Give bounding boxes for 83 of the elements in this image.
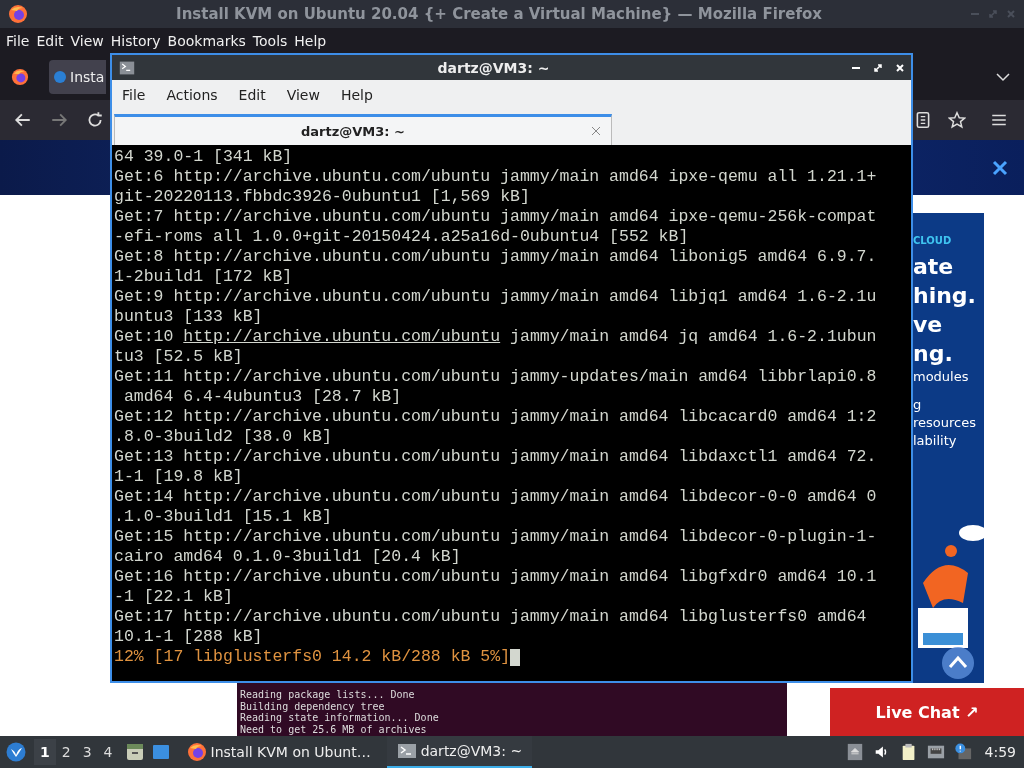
menu-item[interactable]: View: [68, 33, 109, 49]
window-title: dartz@VM3: ~: [436, 59, 551, 76]
console-text: Reading state information... Done: [240, 712, 440, 724]
terminal-icon: [118, 59, 136, 76]
terminal-line: Get:9 http://archive.ubuntu.com/ubuntu jammy/main amd64 libjq1 amd64 1.6-2.1u: [114, 287, 878, 307]
workspace-button[interactable]: 1: [34, 739, 56, 765]
firefox-logo-icon: [8, 4, 28, 24]
menu-item[interactable]: File: [122, 87, 146, 103]
eject-icon[interactable]: [845, 743, 864, 761]
terminal-icon: [396, 741, 417, 761]
menu-item[interactable]: Help: [340, 87, 373, 103]
reader-view-icon[interactable]: [914, 111, 932, 129]
star-icon[interactable]: [948, 111, 966, 129]
ad-text: modules: [913, 368, 969, 386]
terminal-line: tu3 [52.5 kB]: [114, 347, 244, 367]
url-link[interactable]: http://archive.ubuntu.com/ubuntu: [183, 327, 501, 346]
menu-item[interactable]: Tools: [250, 33, 293, 49]
terminal-line: Get:11 http://archive.ubuntu.com/ubuntu jammy-updates/main amd64 libbrlapi0.8: [114, 367, 878, 387]
terminal-line: git-20220113.fbbdc3926-0ubuntu1 [1,569 kB]: [114, 187, 531, 207]
console-text: Reading package lists... Done: [240, 689, 416, 701]
terminal-line: Get:10 http://archive.ubuntu.com/ubuntu jammy/main amd64 jq amd64 1.6-2.1ubun: [114, 327, 878, 347]
firefox-logo-icon[interactable]: [11, 68, 29, 86]
forward-arrow-icon[interactable]: [50, 111, 68, 129]
ad-text: g: [913, 396, 922, 414]
firefox-logo-icon: [186, 742, 207, 762]
progress-line: 12% [17 libglusterfs0 14.2 kB/288 kB 5%]: [114, 647, 511, 667]
menu-item[interactable]: Edit: [34, 33, 69, 49]
live-chat-button[interactable]: Live Chat ↗: [830, 688, 1024, 736]
text-cursor: [510, 648, 521, 666]
menu-item[interactable]: Help: [292, 33, 332, 49]
terminal-line: cairo amd64 0.1.0-3build1 [20.4 kB]: [114, 547, 462, 567]
terminal-line: 64 39.0-1 [341 kB]: [114, 147, 294, 167]
terminal-tab[interactable]: dartz@VM3: ~: [114, 114, 612, 145]
window-title: Install KVM on Ubuntu 20.04 {+ Create a Virtual Machine} — Mozilla Firefox: [175, 5, 823, 23]
terminal-line: 10.1-1 [288 kB]: [114, 627, 264, 647]
menu-item[interactable]: Edit: [238, 87, 266, 103]
ad-text: ve: [913, 311, 943, 339]
terminal-line: 1-1 [19.8 kB]: [114, 467, 244, 487]
ad-text: resources: [913, 414, 976, 432]
ad-text: ate: [913, 253, 954, 281]
chevron-down-icon[interactable]: [996, 72, 1010, 82]
terminal-line: Get:17 http://archive.ubuntu.com/ubuntu jammy/main amd64 libglusterfs0 amd64: [114, 607, 868, 627]
close-icon[interactable]: [992, 159, 1008, 176]
browser-tab[interactable]: Insta: [49, 60, 106, 94]
terminal-line: .8.0-3build2 [38.0 kB]: [114, 427, 333, 447]
terminal-line: Get:13 http://archive.ubuntu.com/ubuntu jammy/main amd64 libdaxctl1 amd64 72.: [114, 447, 878, 467]
menu-item[interactable]: View: [286, 87, 320, 103]
terminal-line: buntu3 [133 kB]: [114, 307, 264, 327]
terminal-line: Get:6 http://archive.ubuntu.com/ubuntu jammy/main amd64 ipxe-qemu all 1.21.1+: [114, 167, 878, 187]
menu-item[interactable]: Actions: [166, 87, 218, 103]
reload-icon[interactable]: [86, 111, 104, 129]
workspace-button[interactable]: 4: [97, 739, 119, 765]
file-cabinet-icon[interactable]: [124, 742, 145, 762]
workspace-button[interactable]: 3: [76, 739, 98, 765]
terminal-line: -1 [22.1 kB]: [114, 587, 234, 607]
taskbar-item[interactable]: Install KVM on Ubunt…: [176, 736, 381, 768]
clock: 4:59: [984, 744, 1016, 760]
terminal-line: Get:12 http://archive.ubuntu.com/ubuntu jammy/main amd64 libcacard0 amd64 1:2: [114, 407, 878, 427]
advertisement-banner[interactable]: CLOUD ate hing. ve ng. modules g resources lability: [913, 213, 984, 683]
terminal-line: Get:15 http://archive.ubuntu.com/ubuntu jammy/main amd64 libdecor-0-plugin-1-: [114, 527, 878, 547]
terminal-line: .1.0-3build1 [15.1 kB]: [114, 507, 333, 527]
menu-item[interactable]: History: [108, 33, 166, 49]
terminal-line: Get:16 http://archive.ubuntu.com/ubuntu jammy/main amd64 libgfxdr0 amd64 10.1: [114, 567, 878, 587]
terminal-line: amd64 6.4-4ubuntu3 [28.7 kB]: [122, 387, 403, 407]
terminal-line: Get:14 http://archive.ubuntu.com/ubuntu jammy/main amd64 libdecor-0-0 amd64 0: [114, 487, 878, 507]
ad-text: ng.: [913, 340, 953, 368]
window-icon[interactable]: [150, 742, 171, 762]
back-arrow-icon[interactable]: [14, 111, 32, 129]
console-text: Need to get 25.6 MB of archives: [240, 723, 428, 735]
terminal-line: -efi-roms all 1.0.0+git-20150424.a25a16d-0ubuntu4 [552 kB]: [114, 227, 690, 247]
menu-item[interactable]: File: [4, 33, 35, 49]
notification-icon[interactable]: [953, 743, 972, 761]
taskbar-item[interactable]: dartz@VM3: ~: [386, 736, 533, 768]
ad-text: lability: [913, 432, 957, 450]
terminal-line: 1-2build1 [172 kB]: [114, 267, 294, 287]
console-text: Building dependency tree: [240, 700, 386, 712]
ad-text: CLOUD: [913, 235, 952, 246]
network-icon[interactable]: [926, 743, 945, 761]
ad-text: hing.: [913, 282, 976, 310]
workspace-button[interactable]: 2: [55, 739, 77, 765]
terminal-line: Get:8 http://archive.ubuntu.com/ubuntu jammy/main amd64 libonig5 amd64 6.9.7.: [114, 247, 878, 267]
terminal-line: Get:7 http://archive.ubuntu.com/ubuntu jammy/main amd64 ipxe-qemu-256k-compat: [114, 207, 878, 227]
menu-item[interactable]: Bookmarks: [165, 33, 251, 49]
